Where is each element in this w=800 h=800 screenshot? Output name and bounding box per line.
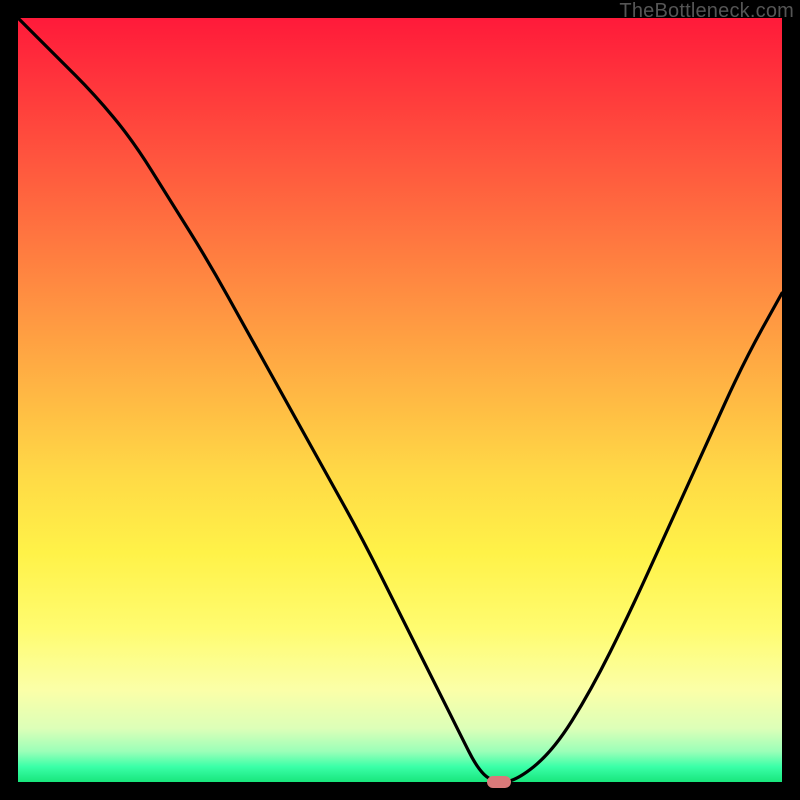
optimum-marker xyxy=(487,776,511,788)
bottleneck-curve xyxy=(18,18,782,782)
chart-plot-area xyxy=(18,18,782,782)
chart-frame: TheBottleneck.com xyxy=(0,0,800,800)
watermark-label: TheBottleneck.com xyxy=(619,0,794,23)
curve-path xyxy=(18,18,782,782)
